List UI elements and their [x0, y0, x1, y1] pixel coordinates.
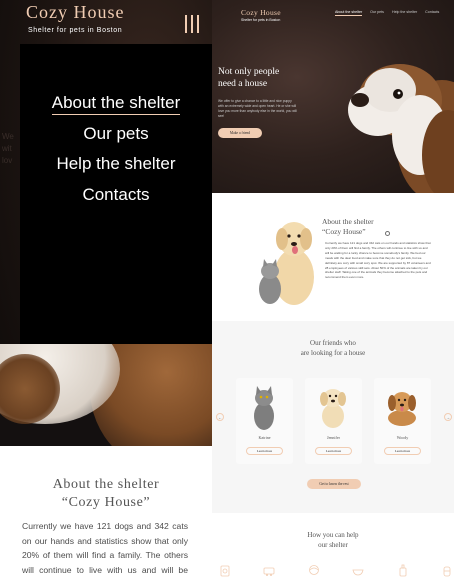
mobile-menu-item-contacts[interactable]: Contacts [20, 182, 212, 213]
get-to-know-the-rest-button[interactable]: Get to know the rest [307, 479, 361, 489]
mobile-menu-item-about[interactable]: About the shelter [20, 90, 212, 121]
pet-photo-jennifer [320, 389, 346, 428]
desktop-about-title: About the shelter “Cozy House” [322, 217, 374, 236]
mobile-hero-text-behind-menu: We wit lov [2, 132, 14, 165]
pet-food-icon [220, 565, 230, 577]
desktop-about-text: Currently we have 121 dogs and 342 cats … [325, 241, 431, 280]
shampoos-icon [399, 564, 406, 577]
help-shelter-section: How you can help our shelter [212, 513, 454, 577]
pet-name: Katrine [258, 435, 271, 440]
mobile-logo[interactable]: Cozy House [26, 2, 125, 23]
mobile-menu-overlay: About the shelter Our pets Help the shel… [20, 44, 212, 344]
our-friends-title: Our friends who are looking for a house [300, 339, 366, 357]
mobile-about-text: Currently we have 121 dogs and 342 cats … [22, 521, 188, 575]
hero-puppy-image [348, 64, 454, 200]
bowls-icon [352, 569, 364, 576]
nav-item-our-pets[interactable]: Our pets [370, 10, 384, 16]
nav-item-about[interactable]: About the shelter [335, 10, 363, 16]
mobile-logo-subtitle: Shelter for pets in Boston [28, 27, 123, 34]
mobile-hero-dog-image [0, 344, 212, 446]
learn-more-button[interactable]: Learn more [315, 447, 352, 455]
desktop-logo-subtitle: Shelter for pets in Boston [241, 18, 281, 22]
pet-name: Jennifer [327, 435, 340, 440]
make-a-friend-button[interactable]: Make a friend [218, 128, 262, 138]
mobile-about-title: About the shelter “Cozy House” [52, 477, 160, 510]
hamburger-icon[interactable] [185, 15, 199, 33]
toys-icon [308, 565, 319, 575]
nav-item-help[interactable]: Help the shelter [392, 10, 417, 16]
our-friends-section: Our friends who are looking for a house … [212, 321, 454, 513]
pet-photo-katrine [254, 386, 274, 430]
desktop-nav: About the shelter Our pets Help the shel… [335, 10, 439, 16]
transportation-icon [263, 567, 275, 576]
pet-card[interactable]: Katrine Learn more [236, 378, 293, 464]
mobile-menu-item-our-pets[interactable]: Our pets [20, 121, 212, 152]
arrow-right-icon[interactable]: → [444, 413, 452, 421]
help-title: How you can help our shelter [307, 531, 359, 549]
mobile-header: Cozy House Shelter for pets in Boston [0, 0, 212, 44]
learn-more-button[interactable]: Learn more [246, 447, 283, 455]
nav-item-contacts[interactable]: Contacts [425, 10, 439, 16]
desktop-preview: Cozy House Shelter for pets in Boston Ab… [212, 0, 454, 577]
vitamins-icon [443, 566, 451, 577]
pet-name: Woody [396, 435, 409, 440]
mobile-about-section: About the shelter “Cozy House” Currently… [0, 446, 212, 577]
cursor-circle-icon [385, 231, 390, 236]
mobile-menu-item-help[interactable]: Help the shelter [20, 151, 212, 182]
hero-title: Not only people need a house [218, 67, 280, 89]
desktop-about-section: About the shelter “Cozy House” Currently… [212, 193, 454, 321]
arrow-left-icon[interactable]: ← [216, 413, 224, 421]
help-icons-row [218, 563, 454, 577]
pet-photo-woody [388, 392, 416, 426]
pet-card[interactable]: Woody Learn more [374, 378, 431, 464]
about-dog-and-cat-image [259, 222, 314, 305]
pet-card[interactable]: Jennifer Learn more [305, 378, 362, 464]
hero-text: We offer to give a chance to a little an… [218, 99, 297, 118]
desktop-logo[interactable]: Cozy House [241, 8, 281, 17]
learn-more-button[interactable]: Learn more [384, 447, 421, 455]
desktop-hero: Cozy House Shelter for pets in Boston Ab… [212, 0, 454, 200]
